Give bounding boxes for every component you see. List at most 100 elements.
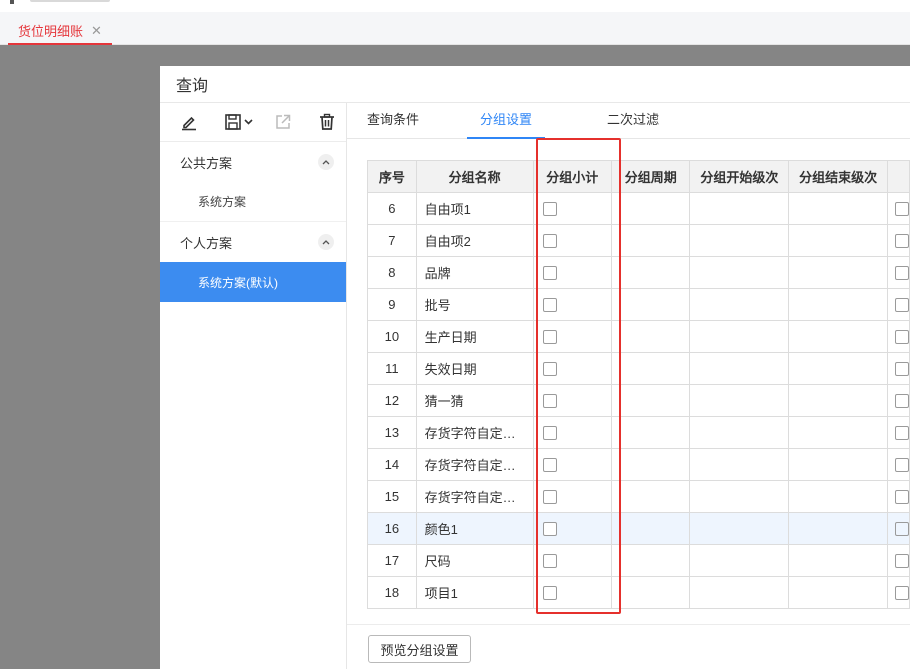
partial-checkbox[interactable] [894,266,909,281]
row-end-level-cell [788,544,888,577]
top-strip [0,0,910,12]
subtotal-checkbox[interactable] [542,362,557,377]
table-row[interactable]: 16 颜色1 [367,512,910,545]
edit-icon[interactable] [180,112,198,132]
row-start-level-cell [689,192,790,225]
row-subtotal-cell[interactable] [532,512,613,545]
column-header-group-end-level[interactable]: 分组结束级次 [788,160,888,193]
partial-checkbox[interactable] [894,554,909,569]
tab-query-conditions[interactable]: 查询条件 [367,103,419,139]
tab-group-settings[interactable]: 分组设置 [467,103,545,139]
export-icon[interactable] [274,112,292,132]
document-tab-bar: 货位明细账 ✕ [0,12,910,45]
row-index: 6 [367,192,417,225]
row-index: 10 [367,320,417,353]
row-start-level-cell [689,384,790,417]
subtotal-checkbox[interactable] [542,586,557,601]
subtotal-checkbox[interactable] [542,458,557,473]
table-row[interactable]: 8 品牌 [367,256,910,289]
row-start-level-cell [689,320,790,353]
subtotal-checkbox[interactable] [542,522,557,537]
row-subtotal-cell[interactable] [532,256,613,289]
partial-checkbox[interactable] [894,586,909,601]
table-row[interactable]: 18 项目1 [367,576,910,609]
row-subtotal-cell[interactable] [532,192,613,225]
plan-item-system-default[interactable]: 系统方案(默认) [160,262,346,302]
row-end-level-cell [788,416,888,449]
row-group-name: 存货字符自定… [415,416,534,449]
subtotal-checkbox[interactable] [542,202,557,217]
row-partial-cell [886,544,910,577]
table-row[interactable]: 10 生产日期 [367,320,910,353]
subtotal-checkbox[interactable] [542,554,557,569]
partial-checkbox[interactable] [894,330,909,345]
column-header-group-start-level[interactable]: 分组开始级次 [689,160,790,193]
close-icon[interactable]: ✕ [91,23,102,39]
row-start-level-cell [689,576,790,609]
row-group-name: 存货字符自定… [415,480,534,513]
row-subtotal-cell[interactable] [532,480,613,513]
table-row[interactable]: 6 自由项1 [367,192,910,225]
table-row[interactable]: 17 尺码 [367,544,910,577]
public-plans-header[interactable]: 公共方案 [160,142,346,182]
table-row[interactable]: 12 猜一猜 [367,384,910,417]
row-group-name: 批号 [415,288,534,321]
row-subtotal-cell[interactable] [532,224,613,257]
trash-icon[interactable] [318,112,336,132]
plan-toolbar [160,103,346,142]
column-header-group-subtotal[interactable]: 分组小计 [532,160,613,193]
partial-checkbox[interactable] [894,362,909,377]
row-subtotal-cell[interactable] [532,448,613,481]
row-index: 14 [367,448,417,481]
row-subtotal-cell[interactable] [532,416,613,449]
partial-checkbox[interactable] [894,426,909,441]
table-row[interactable]: 11 失效日期 [367,352,910,385]
row-subtotal-cell[interactable] [532,320,613,353]
document-tab-title: 货位明细账 [18,24,84,39]
row-subtotal-cell[interactable] [532,288,613,321]
column-header-group-period[interactable]: 分组周期 [611,160,691,193]
row-subtotal-cell[interactable] [532,576,613,609]
row-partial-cell [886,512,910,545]
personal-plans-header[interactable]: 个人方案 [160,222,346,262]
partial-checkbox[interactable] [894,234,909,249]
subtotal-checkbox[interactable] [542,426,557,441]
subtotal-checkbox[interactable] [542,234,557,249]
partial-checkbox[interactable] [894,298,909,313]
row-subtotal-cell[interactable] [532,384,613,417]
partial-checkbox[interactable] [894,490,909,505]
row-index: 15 [367,480,417,513]
row-subtotal-cell[interactable] [532,544,613,577]
table-row[interactable]: 13 存货字符自定… [367,416,910,449]
column-header-index[interactable]: 序号 [367,160,417,193]
row-index: 17 [367,544,417,577]
chevron-up-icon[interactable] [318,154,334,170]
row-index: 12 [367,384,417,417]
table-row[interactable]: 9 批号 [367,288,910,321]
tab-secondary-filter[interactable]: 二次过滤 [607,103,659,139]
subtotal-checkbox[interactable] [542,298,557,313]
subtotal-checkbox[interactable] [542,266,557,281]
partial-checkbox[interactable] [894,458,909,473]
partial-checkbox[interactable] [894,522,909,537]
row-period-cell [611,544,691,577]
table-row[interactable]: 14 存货字符自定… [367,448,910,481]
save-icon[interactable] [224,112,256,132]
row-period-cell [611,288,691,321]
subtotal-checkbox[interactable] [542,330,557,345]
table-header-row: 序号 分组名称 分组小计 分组周期 分组开始级次 分组结束级次 [367,160,910,193]
partial-checkbox[interactable] [894,202,909,217]
chevron-up-icon[interactable] [318,234,334,250]
subtotal-checkbox[interactable] [542,394,557,409]
row-subtotal-cell[interactable] [532,352,613,385]
subtotal-checkbox[interactable] [542,490,557,505]
row-end-level-cell [788,480,888,513]
row-partial-cell [886,288,910,321]
table-row[interactable]: 7 自由项2 [367,224,910,257]
preview-group-settings-button[interactable]: 预览分组设置 [368,635,471,663]
partial-checkbox[interactable] [894,394,909,409]
table-row[interactable]: 15 存货字符自定… [367,480,910,513]
document-tab[interactable]: 货位明细账 ✕ [8,18,112,45]
plan-item-system[interactable]: 系统方案 [160,182,346,222]
column-header-group-name[interactable]: 分组名称 [415,160,534,193]
